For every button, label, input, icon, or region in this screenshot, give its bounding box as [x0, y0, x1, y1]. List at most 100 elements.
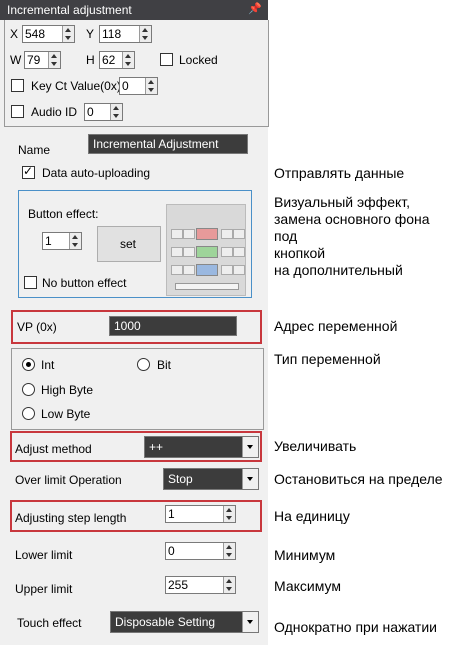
button-effect-spinbox[interactable]: 1 [42, 232, 82, 250]
auto-upload-checkbox[interactable] [22, 164, 35, 179]
high-byte-label: High Byte [41, 383, 94, 397]
annotation-button-effect-5: на дополнительный [274, 262, 403, 278]
preview-green-bar [196, 246, 218, 258]
touch-effect-value: Disposable Setting [115, 615, 216, 629]
high-byte-radio[interactable] [22, 383, 35, 396]
audio-id-spinbox[interactable]: 0 [84, 103, 123, 121]
preview-key [233, 229, 245, 239]
bit-label: Bit [157, 358, 172, 372]
annotation-over-limit: Остановиться на пределе [274, 471, 443, 487]
w-label: W [10, 53, 22, 67]
vp-value: 1000 [114, 319, 141, 333]
name-input[interactable]: Incremental Adjustment [88, 134, 248, 154]
x-spinbox[interactable]: 548 [22, 25, 75, 43]
w-spinbox[interactable]: 79 [24, 51, 61, 69]
name-label: Name [18, 143, 51, 157]
annotation-upload: Отправлять данные [274, 165, 405, 181]
int-label: Int [41, 358, 55, 372]
upper-limit-label: Upper limit [15, 582, 73, 596]
spin-arrows-icon[interactable] [122, 52, 134, 68]
annotation-button-effect-2: замена основного фона [274, 211, 430, 227]
y-label: Y [86, 27, 95, 41]
preview-key [221, 247, 233, 257]
step-length-label: Adjusting step length [15, 511, 127, 525]
locked-checkbox[interactable] [160, 53, 173, 66]
key-ct-label: Key Ct Value(0x) [31, 79, 121, 93]
lower-limit-spinbox[interactable]: 0 [165, 542, 236, 560]
step-length-spinbox[interactable]: 1 [165, 505, 236, 523]
spin-arrows-icon[interactable] [69, 233, 81, 249]
preview-red-bar [196, 228, 218, 240]
preview-key [221, 229, 233, 239]
spin-arrows-icon[interactable] [223, 577, 235, 593]
button-effect-value: 1 [45, 234, 52, 248]
h-spinbox[interactable]: 62 [99, 51, 135, 69]
adjust-method-value: ++ [149, 440, 164, 454]
x-value: 548 [25, 27, 46, 41]
upper-limit-value: 255 [168, 578, 189, 592]
preview-key [183, 265, 195, 275]
adjust-method-label: Adjust method [15, 442, 92, 456]
annotation-touch: Однократно при нажатии [274, 619, 437, 635]
no-button-effect-checkbox[interactable] [24, 276, 37, 289]
key-ct-spinbox[interactable]: 0 [119, 77, 158, 95]
low-byte-radio[interactable] [22, 407, 35, 420]
adjust-method-select[interactable]: ++ [144, 436, 259, 458]
spin-arrows-icon[interactable] [110, 104, 122, 120]
spin-arrows-icon[interactable] [62, 26, 74, 42]
lower-limit-value: 0 [168, 544, 175, 558]
bit-radio[interactable] [137, 358, 150, 371]
annotation-lower: Минимум [274, 547, 336, 563]
key-ct-value: 0 [122, 79, 129, 93]
preview-key [183, 229, 195, 239]
button-effect-label: Button effect: [28, 207, 99, 221]
x-label: X [10, 27, 19, 41]
over-limit-label: Over limit Operation [15, 473, 122, 487]
preview-key [221, 265, 233, 275]
lower-limit-label: Lower limit [15, 548, 73, 562]
spin-arrows-icon[interactable] [223, 543, 235, 559]
no-button-effect-label: No button effect [42, 276, 127, 290]
chevron-down-icon[interactable] [242, 437, 258, 457]
key-ct-checkbox[interactable] [11, 79, 24, 92]
audio-id-checkbox[interactable] [11, 105, 24, 118]
low-byte-label: Low Byte [41, 407, 91, 421]
y-spinbox[interactable]: 118 [99, 25, 152, 43]
preview-key [171, 229, 183, 239]
preview-key [171, 265, 183, 275]
over-limit-select[interactable]: Stop [163, 468, 259, 490]
panel-title: Incremental adjustment [7, 3, 132, 17]
touch-effect-select[interactable]: Disposable Setting [110, 611, 259, 633]
annotation-button-effect-3: под [274, 228, 298, 244]
auto-upload-label: Data auto-uploading [42, 166, 151, 180]
preview-key [183, 247, 195, 257]
annotation-vp: Адрес переменной [274, 318, 398, 334]
preview-blue-bar [196, 264, 218, 276]
spin-arrows-icon[interactable] [139, 26, 151, 42]
annotation-button-effect-4: кнопкой [274, 245, 326, 261]
annotation-button-effect-1: Визуальный эффект, [274, 194, 411, 210]
preview-key [233, 265, 245, 275]
preview-key [233, 247, 245, 257]
spin-arrows-icon[interactable] [145, 78, 157, 94]
step-length-value: 1 [168, 507, 175, 521]
vp-input[interactable]: 1000 [109, 316, 237, 336]
w-value: 79 [27, 53, 41, 67]
annotation-upper: Максимум [274, 578, 341, 594]
name-value: Incremental Adjustment [93, 137, 219, 151]
set-button[interactable]: set [97, 226, 161, 262]
over-limit-value: Stop [168, 472, 193, 486]
h-value: 62 [102, 53, 116, 67]
chevron-down-icon[interactable] [242, 612, 258, 632]
vp-label: VP (0x) [17, 320, 57, 334]
spin-arrows-icon[interactable] [48, 52, 60, 68]
chevron-down-icon[interactable] [242, 469, 258, 489]
upper-limit-spinbox[interactable]: 255 [165, 576, 236, 594]
touch-effect-label: Touch effect [17, 616, 82, 630]
pin-icon[interactable]: 📌 [248, 2, 262, 15]
set-button-label: set [120, 237, 137, 251]
spin-arrows-icon[interactable] [223, 506, 235, 522]
preview-key [171, 247, 183, 257]
annotation-step: На единицу [274, 508, 350, 524]
int-radio[interactable] [22, 358, 35, 371]
